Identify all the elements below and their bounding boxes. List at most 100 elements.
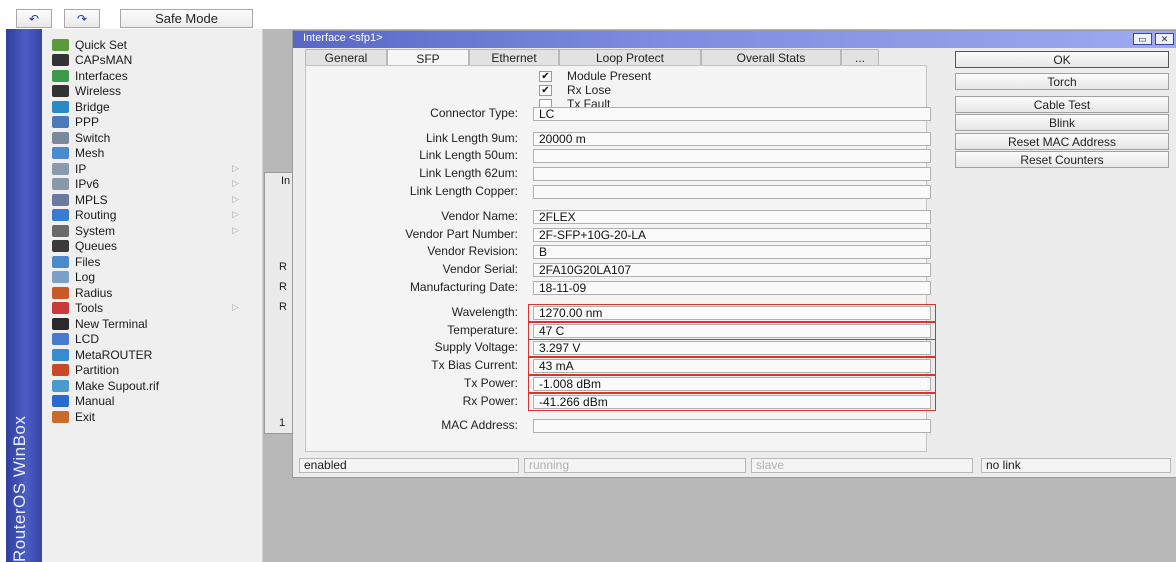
menu-item-bridge[interactable]: Bridge <box>52 99 257 114</box>
module-present-checkbox[interactable]: ✔ <box>539 71 552 82</box>
rx-power-label: Rx Power: <box>462 394 518 408</box>
background-window-text: R <box>279 301 287 313</box>
tab-ethernet[interactable]: Ethernet <box>469 49 559 66</box>
blink-button[interactable]: Blink <box>955 114 1169 131</box>
link-length-50um-label: Link Length 50um: <box>419 148 518 162</box>
menu-item-label: Bridge <box>75 99 110 114</box>
tab-loop-protect[interactable]: Loop Protect <box>559 49 701 66</box>
menu-item-tools[interactable]: Tools ▷ <box>52 300 257 315</box>
menu-item-label: Queues <box>75 238 118 253</box>
link-length-9um-field[interactable]: 20000 m <box>533 132 931 146</box>
connector-type-label: Connector Type: <box>430 106 518 120</box>
link-length-50um-field[interactable] <box>533 149 931 163</box>
menu-item-label: Switch <box>75 130 111 145</box>
menu-item-label: Routing <box>75 207 117 222</box>
link-length-9um-label: Link Length 9um: <box>425 131 518 145</box>
menu-item-make-supout-rif[interactable]: Make Supout.rif <box>52 378 257 393</box>
submenu-arrow-icon: ▷ <box>232 194 239 204</box>
vendor-revision-field[interactable]: B <box>533 245 931 259</box>
interface-dialog[interactable]: Interface <sfp1> ▭ ✕ General SFP Etherne… <box>292 30 1176 478</box>
highlight-box <box>528 322 936 340</box>
safe-mode-button[interactable]: Safe Mode <box>120 9 253 28</box>
link-length-copper-label: Link Length Copper: <box>409 184 518 198</box>
menu-item-ipv6[interactable]: IPv6 ▷ <box>52 176 257 191</box>
vendor-part-number-field[interactable]: 2F-SFP+10G-20-LA <box>533 228 931 242</box>
manual-icon <box>52 394 69 407</box>
menu-item-mpls[interactable]: MPLS ▷ <box>52 192 257 207</box>
manufacturing-date-label: Manufacturing Date: <box>409 280 518 294</box>
cable-test-button[interactable]: Cable Test <box>955 96 1169 113</box>
reset-counters-button[interactable]: Reset Counters <box>955 151 1169 168</box>
dialog-title: Interface <sfp1> <box>303 32 383 44</box>
undo-button[interactable]: ↶ <box>16 9 52 28</box>
ok-button[interactable]: OK <box>955 51 1169 68</box>
menu-item-log[interactable]: Log <box>52 269 257 284</box>
redo-button[interactable]: ↷ <box>64 9 100 28</box>
menu-item-ip[interactable]: IP ▷ <box>52 161 257 176</box>
rx-lose-checkbox[interactable]: ✔ <box>539 85 552 96</box>
background-window-text: R <box>279 281 287 293</box>
submenu-arrow-icon: ▷ <box>232 302 239 312</box>
menu-item-mesh[interactable]: Mesh <box>52 145 257 160</box>
restore-icon[interactable]: ▭ <box>1133 33 1152 45</box>
submenu-arrow-icon: ▷ <box>232 209 239 219</box>
menu-item-switch[interactable]: Switch <box>52 130 257 145</box>
rx-lose-label: Rx Lose <box>567 83 612 97</box>
menu-item-wireless[interactable]: Wireless <box>52 83 257 98</box>
tab-more[interactable]: ... <box>841 49 879 66</box>
temperature-label: Temperature: <box>447 323 518 337</box>
lcd-icon <box>52 332 69 345</box>
menu-item-exit[interactable]: Exit <box>52 409 257 424</box>
menu-item-label: MetaROUTER <box>75 347 153 362</box>
menu-item-label: Interfaces <box>75 68 128 83</box>
radius-icon <box>52 286 69 299</box>
close-icon[interactable]: ✕ <box>1155 33 1174 45</box>
menu-item-ppp[interactable]: PPP <box>52 114 257 129</box>
menu-item-manual[interactable]: Manual <box>52 393 257 408</box>
supply-voltage-label: Supply Voltage: <box>434 340 518 354</box>
menu-item-routing[interactable]: Routing ▷ <box>52 207 257 222</box>
link-length-62um-label: Link Length 62um: <box>419 166 518 180</box>
manufacturing-date-field[interactable]: 18-11-09 <box>533 281 931 295</box>
menu-item-new-terminal[interactable]: New Terminal <box>52 316 257 331</box>
reset-mac-address-button[interactable]: Reset MAC Address <box>955 133 1169 150</box>
submenu-arrow-icon: ▷ <box>232 225 239 235</box>
link-length-62um-field[interactable] <box>533 167 931 181</box>
ip-icon <box>52 162 69 175</box>
status-slave: slave <box>751 458 973 473</box>
dialog-titlebar[interactable]: Interface <sfp1> ▭ ✕ <box>293 31 1176 48</box>
brand-title: RouterOS WinBox <box>10 415 29 562</box>
ipv6-icon <box>52 177 69 190</box>
switch-icon <box>52 131 69 144</box>
files-icon <box>52 255 69 268</box>
menu-item-lcd[interactable]: LCD <box>52 331 257 346</box>
menu-item-queues[interactable]: Queues <box>52 238 257 253</box>
menu-item-metarouter[interactable]: MetaROUTER <box>52 347 257 362</box>
link-length-copper-field[interactable] <box>533 185 931 199</box>
menu-item-files[interactable]: Files <box>52 254 257 269</box>
capsman-icon <box>52 53 69 66</box>
ppp-icon <box>52 115 69 128</box>
tools-icon <box>52 301 69 314</box>
menu-item-capsman[interactable]: CAPsMAN <box>52 52 257 67</box>
metarouter-icon <box>52 348 69 361</box>
menu-item-interfaces[interactable]: Interfaces <box>52 68 257 83</box>
menu-item-label: Tools <box>75 300 104 315</box>
menu-item-radius[interactable]: Radius <box>52 285 257 300</box>
sfp-panel: ✔ Module Present ✔ Rx Lose Tx Fault Conn… <box>305 65 936 452</box>
menu-item-system[interactable]: System ▷ <box>52 223 257 238</box>
menu-item-quick-set[interactable]: Quick Set <box>52 37 257 52</box>
winbox-brand-bar: RouterOS WinBox <box>6 29 42 562</box>
mac-address-field[interactable] <box>533 419 931 433</box>
menu-item-label: MPLS <box>75 192 108 207</box>
vendor-name-field[interactable]: 2FLEX <box>533 210 931 224</box>
menu-item-label: Mesh <box>75 145 105 160</box>
connector-type-field[interactable]: LC <box>533 107 931 121</box>
torch-button[interactable]: Torch <box>955 73 1169 90</box>
tab-overall-stats[interactable]: Overall Stats <box>701 49 841 66</box>
menu-item-partition[interactable]: Partition <box>52 362 257 377</box>
menu-item-label: Files <box>75 254 101 269</box>
vendor-serial-field[interactable]: 2FA10G20LA107 <box>533 263 931 277</box>
tab-general[interactable]: General <box>305 49 387 66</box>
highlight-box <box>528 393 936 411</box>
